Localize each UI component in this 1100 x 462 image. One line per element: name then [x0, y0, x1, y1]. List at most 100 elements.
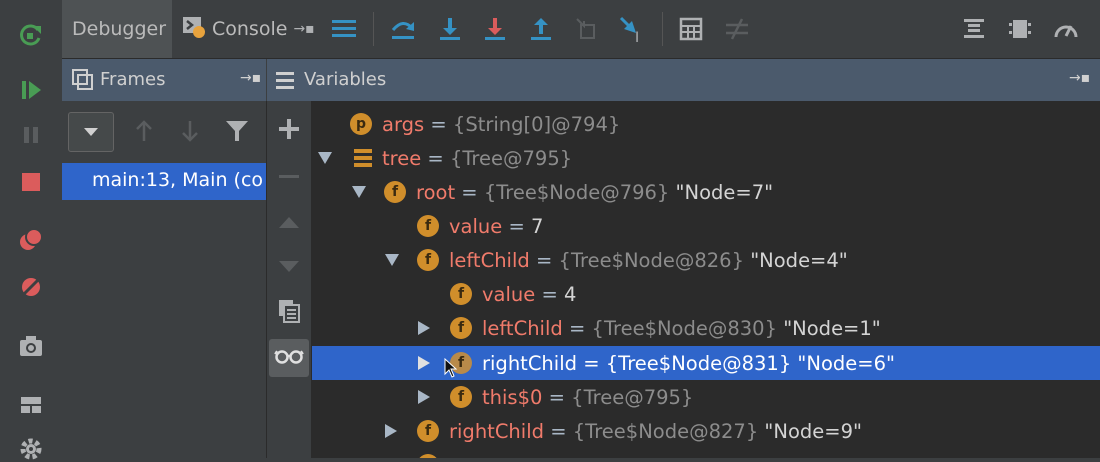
collapsed-arrow-icon[interactable]	[418, 321, 430, 335]
variable-name: rightChild	[482, 351, 578, 375]
collapsed-arrow-icon[interactable]	[418, 390, 430, 404]
variables-tree: p args = {String[0]@794} tree = {Tree@79…	[312, 101, 1100, 458]
field-icon: f	[384, 181, 406, 203]
show-watches-toggle[interactable]	[269, 339, 309, 377]
add-watch-icon[interactable]	[277, 117, 301, 145]
duplicate-watch-icon[interactable]	[277, 298, 301, 328]
variable-equals: =	[529, 248, 559, 272]
variable-value: {Tree$Node@826}	[558, 248, 744, 272]
console-icon	[182, 16, 206, 43]
variable-row-partial[interactable]: f	[312, 448, 1100, 458]
variable-row[interactable]: f leftChild = {Tree$Node@826} "Node=4"	[312, 243, 1100, 277]
view-breakpoints-icon[interactable]	[18, 227, 44, 253]
variable-value: {Tree$Node@796}	[483, 180, 670, 204]
show-execution-point-icon[interactable]	[330, 15, 358, 43]
stop-icon[interactable]	[18, 169, 44, 195]
thread-dropdown[interactable]	[68, 112, 114, 152]
field-icon: f	[450, 386, 472, 408]
variable-equals: =	[535, 282, 565, 306]
collapsed-arrow-icon[interactable]	[418, 356, 430, 370]
step-out-icon[interactable]	[527, 15, 555, 43]
restore-layout-icon[interactable]	[960, 15, 988, 43]
variable-string: "Node=1"	[777, 316, 881, 340]
pin-tab-icon[interactable]: →▪	[293, 21, 314, 37]
frames-title: Frames	[100, 69, 166, 90]
variable-row[interactable]: f value = 7	[312, 209, 1100, 243]
pin-frames-icon[interactable]: →▪	[240, 70, 261, 86]
frames-header: Frames →▪	[62, 59, 266, 101]
toolbar-separator	[373, 12, 374, 46]
variable-string: "Node=4"	[744, 248, 848, 272]
trace-stream-icon[interactable]	[723, 15, 751, 43]
tab-console[interactable]: Console →▪	[174, 0, 322, 58]
variable-value: {String[0]@794}	[452, 112, 621, 136]
variable-row[interactable]: f value = 4	[312, 277, 1100, 311]
chevron-down-icon	[84, 128, 98, 136]
variable-row[interactable]: f root = {Tree$Node@796} "Node=7"	[312, 175, 1100, 209]
filter-icon[interactable]	[225, 120, 249, 146]
frame-item-selected[interactable]: main:13, Main (co	[62, 163, 266, 200]
variable-row[interactable]: f rightChild = {Tree$Node@827} "Node=9"	[312, 414, 1100, 448]
drop-frame-icon[interactable]	[573, 15, 601, 43]
variable-equals: =	[424, 112, 453, 136]
variable-value: {Tree@795}	[449, 146, 573, 170]
variable-string: "Node=7"	[669, 180, 774, 204]
variables-header: Variables →▪	[267, 59, 1100, 101]
resume-icon[interactable]	[18, 77, 44, 103]
variables-list-icon	[275, 69, 295, 95]
static-field-icon	[353, 147, 373, 174]
variable-row[interactable]: f this$0 = {Tree@795}	[312, 380, 1100, 414]
memory-view-icon[interactable]	[1006, 15, 1034, 43]
variable-name: leftChild	[449, 248, 530, 272]
rerun-icon[interactable]	[18, 22, 44, 48]
svg-text:I: I	[635, 30, 639, 43]
step-into-icon[interactable]	[436, 15, 464, 43]
remove-watch-icon[interactable]	[277, 165, 301, 193]
field-icon: f	[417, 215, 439, 237]
expand-arrow-icon[interactable]	[318, 152, 332, 164]
variables-title: Variables	[304, 69, 387, 90]
layout-icon[interactable]	[18, 392, 44, 418]
variable-row[interactable]: tree = {Tree@795}	[312, 141, 1100, 175]
variable-row[interactable]: p args = {String[0]@794}	[312, 107, 1100, 141]
mute-breakpoints-icon[interactable]	[18, 274, 44, 300]
variable-row[interactable]: f leftChild = {Tree$Node@830} "Node=1"	[312, 311, 1100, 345]
debug-side-toolbar	[0, 0, 63, 460]
debugger-toolbar: Debugger Console →▪ I	[62, 0, 1100, 59]
frame-down-icon[interactable]	[180, 119, 200, 147]
tab-console-label: Console	[212, 18, 288, 40]
settings-icon[interactable]	[18, 436, 44, 462]
variable-value: 4	[564, 282, 577, 306]
variable-row-selected[interactable]: f rightChild = {Tree$Node@831} "Node=6"	[312, 346, 1100, 380]
force-step-into-icon[interactable]	[481, 15, 509, 43]
move-down-icon[interactable]	[277, 256, 301, 280]
variable-name: rightChild	[449, 419, 545, 443]
expand-arrow-icon[interactable]	[352, 186, 366, 198]
pause-icon[interactable]	[18, 122, 44, 148]
evaluate-expression-icon[interactable]	[677, 15, 705, 43]
frames-icon	[72, 69, 94, 95]
tab-debugger-label: Debugger	[72, 18, 167, 40]
variable-name: root	[416, 180, 456, 204]
field-icon: f	[417, 249, 439, 271]
camera-icon[interactable]	[18, 333, 44, 359]
variable-value: {Tree$Node@830}	[591, 316, 777, 340]
pin-variables-icon[interactable]: →▪	[1069, 70, 1090, 86]
overhead-icon[interactable]	[1052, 15, 1080, 43]
variable-name: value	[482, 282, 536, 306]
variable-equals: =	[544, 419, 573, 443]
frame-up-icon[interactable]	[134, 119, 154, 147]
variable-equals: =	[562, 316, 592, 340]
tab-debugger[interactable]: Debugger	[62, 0, 172, 58]
variable-name: tree	[382, 146, 422, 170]
step-over-icon[interactable]	[389, 15, 417, 43]
run-to-cursor-icon[interactable]: I	[618, 15, 646, 43]
field-icon: f	[417, 420, 439, 442]
variable-name: this$0	[482, 385, 543, 409]
move-up-icon[interactable]	[277, 212, 301, 236]
expand-arrow-icon[interactable]	[385, 254, 399, 266]
variables-toolbar	[267, 101, 312, 458]
parameter-icon: p	[350, 113, 372, 135]
collapsed-arrow-icon[interactable]	[385, 424, 397, 438]
frames-panel: main:13, Main (co	[62, 101, 267, 458]
